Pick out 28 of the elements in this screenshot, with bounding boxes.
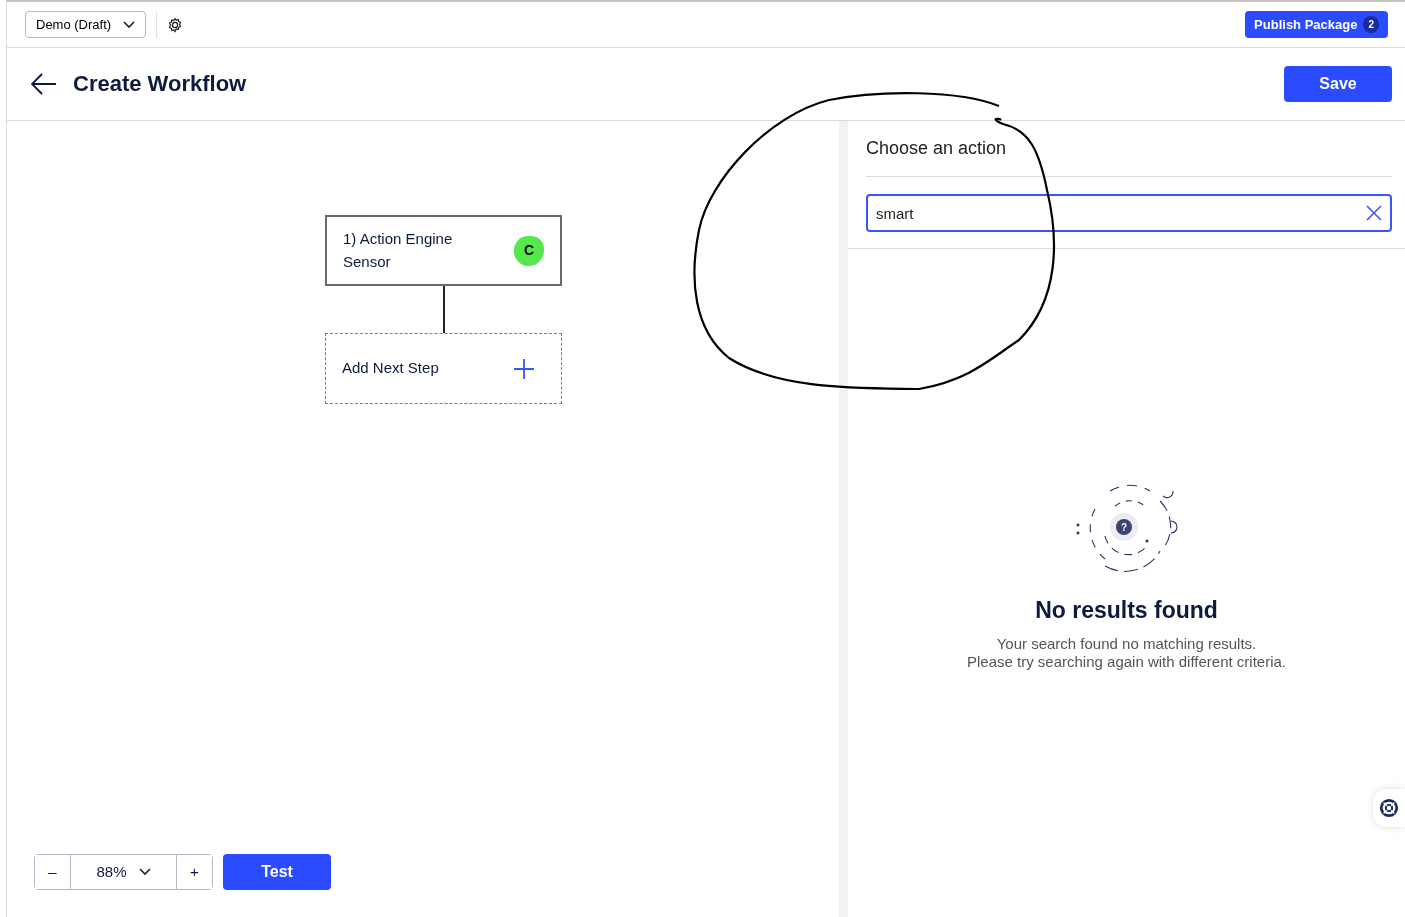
zoom-dropdown[interactable]: 88% [70, 855, 177, 889]
save-button[interactable]: Save [1284, 66, 1392, 102]
chevron-down-icon [123, 20, 136, 29]
page-title: Create Workflow [73, 70, 247, 98]
empty-search-illustration: ? [1074, 481, 1179, 575]
help-button[interactable] [1373, 789, 1405, 827]
test-button[interactable]: Test [223, 854, 331, 890]
step-label: 1) Action Engine Sensor [343, 229, 454, 272]
close-icon [1366, 205, 1382, 221]
help-icon [1379, 797, 1399, 819]
publish-button[interactable]: Publish Package 2 [1245, 11, 1388, 38]
empty-state-message: Please try searching again with different criteria. [966, 653, 1287, 673]
plus-icon [513, 357, 535, 380]
empty-state-message: Your search found no matching results. [996, 634, 1257, 654]
add-step-label: Add Next Step [342, 358, 439, 379]
connector-line [443, 286, 445, 333]
environment-dropdown[interactable]: Demo (Draft) [25, 11, 147, 38]
count-indicator: 2 [1363, 16, 1379, 33]
chevron-down-icon [138, 868, 151, 876]
add-step-node[interactable]: Add Next Step [325, 333, 562, 404]
empty-state-title: No results found [1035, 597, 1218, 625]
search-field[interactable]: smart [866, 194, 1392, 232]
panel-title: Choose an action [866, 135, 1392, 177]
back-arrow-icon[interactable] [31, 73, 57, 95]
settings-icon[interactable] [167, 16, 184, 33]
step-badge: C [514, 235, 544, 266]
clear-button[interactable] [1366, 205, 1382, 221]
workflow-step-node[interactable]: 1) Action Engine Sensor C [325, 215, 562, 286]
